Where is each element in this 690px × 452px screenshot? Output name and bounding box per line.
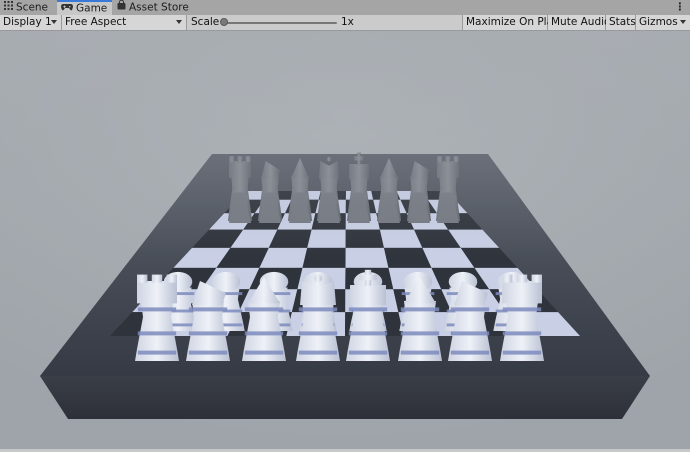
tab-label: Scene [16, 1, 49, 14]
scale-value: 1x [341, 16, 354, 28]
more-options-icon[interactable]: ⋮ [675, 0, 686, 15]
window-tab-bar: Scene Game Asset Store ⋮ [0, 0, 690, 16]
game-viewport[interactable] [0, 31, 690, 449]
chevron-down-icon [680, 20, 686, 24]
tab-scene[interactable]: Scene [0, 0, 57, 15]
scale-slider-thumb[interactable] [220, 18, 228, 26]
tab-label: Game [76, 2, 108, 15]
bag-icon [117, 0, 126, 15]
mute-audio-toggle[interactable]: Mute Audio [548, 15, 610, 30]
display-dropdown[interactable]: Display 1 [0, 15, 62, 30]
stats-label: Stats [609, 16, 636, 28]
mute-audio-label: Mute Audio [551, 16, 611, 28]
game-view-toolbar: Display 1 Free Aspect Scale 1x Maximize … [0, 15, 690, 31]
chess-scene [0, 31, 690, 449]
tab-asset-store[interactable]: Asset Store [113, 0, 189, 15]
maximize-on-play-toggle[interactable]: Maximize On Play [463, 15, 559, 30]
chevron-down-icon [176, 20, 182, 24]
aspect-dropdown[interactable]: Free Aspect [62, 15, 187, 30]
gamepad-icon [61, 2, 73, 15]
aspect-dropdown-label: Free Aspect [65, 16, 127, 28]
tab-game[interactable]: Game [57, 0, 112, 15]
chevron-down-icon [51, 20, 57, 24]
scale-control: Scale 1x [187, 15, 463, 30]
stats-toggle[interactable]: Stats [606, 15, 636, 30]
gizmos-label: Gizmos [639, 16, 678, 28]
gizmos-dropdown[interactable]: Gizmos [636, 15, 690, 30]
tab-label: Asset Store [129, 1, 189, 14]
grid-icon [4, 0, 13, 15]
fog-overlay [0, 31, 690, 261]
board-frame-side [40, 376, 650, 419]
maximize-on-play-label: Maximize On Play [466, 16, 560, 28]
scale-label: Scale [191, 16, 220, 28]
scale-slider-track[interactable] [225, 22, 337, 24]
display-dropdown-label: Display 1 [3, 16, 52, 28]
